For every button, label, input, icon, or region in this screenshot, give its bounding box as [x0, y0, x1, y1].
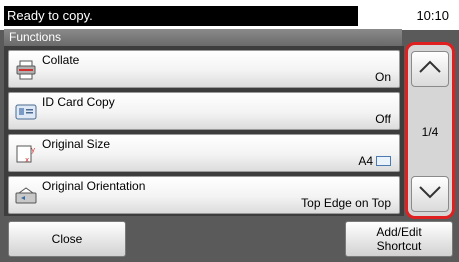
function-item-collate[interactable]: Collate On: [8, 50, 400, 88]
original-size-icon: x y: [15, 144, 37, 164]
function-label: Original Size: [42, 137, 111, 151]
function-item-original-size[interactable]: x y Original Size A4: [8, 134, 400, 172]
svg-text:y: y: [31, 146, 35, 154]
svg-text:x: x: [25, 156, 29, 164]
status-time: 10:10: [416, 8, 449, 23]
function-value: Top Edge on Top: [301, 196, 391, 210]
scroll-up-button[interactable]: [411, 51, 449, 87]
id-card-icon: [15, 102, 37, 122]
function-item-original-orientation[interactable]: Original Orientation Top Edge on Top: [8, 176, 400, 214]
status-bar: Ready to copy. 10:10: [0, 0, 459, 30]
section-title: Functions: [4, 29, 402, 46]
function-label: ID Card Copy: [42, 95, 115, 109]
function-value: On: [374, 70, 391, 84]
add-edit-shortcut-button[interactable]: Add/Edit Shortcut: [345, 221, 453, 257]
shortcut-label-line2: Shortcut: [376, 239, 422, 253]
function-label: Collate: [42, 53, 80, 67]
status-message: Ready to copy.: [4, 6, 358, 26]
function-value: A4: [358, 154, 391, 168]
shortcut-label-line1: Add/Edit: [376, 225, 422, 239]
scroll-down-button[interactable]: [411, 176, 449, 212]
original-orientation-icon: [15, 186, 37, 206]
function-list: Collate On ID Card Copy Off x y Original…: [4, 46, 404, 216]
paper-landscape-icon: [376, 156, 391, 166]
function-label: Original Orientation: [42, 179, 146, 193]
scroll-page-indicator: 1/4: [421, 125, 439, 139]
close-button[interactable]: Close: [8, 221, 126, 257]
chevron-up-icon: [418, 60, 442, 79]
function-item-id-card-copy[interactable]: ID Card Copy Off: [8, 92, 400, 130]
collate-icon: [15, 60, 37, 80]
function-value: Off: [375, 112, 391, 126]
scroll-control: 1/4: [405, 42, 455, 219]
chevron-down-icon: [418, 185, 442, 204]
function-value-text: A4: [358, 154, 373, 168]
